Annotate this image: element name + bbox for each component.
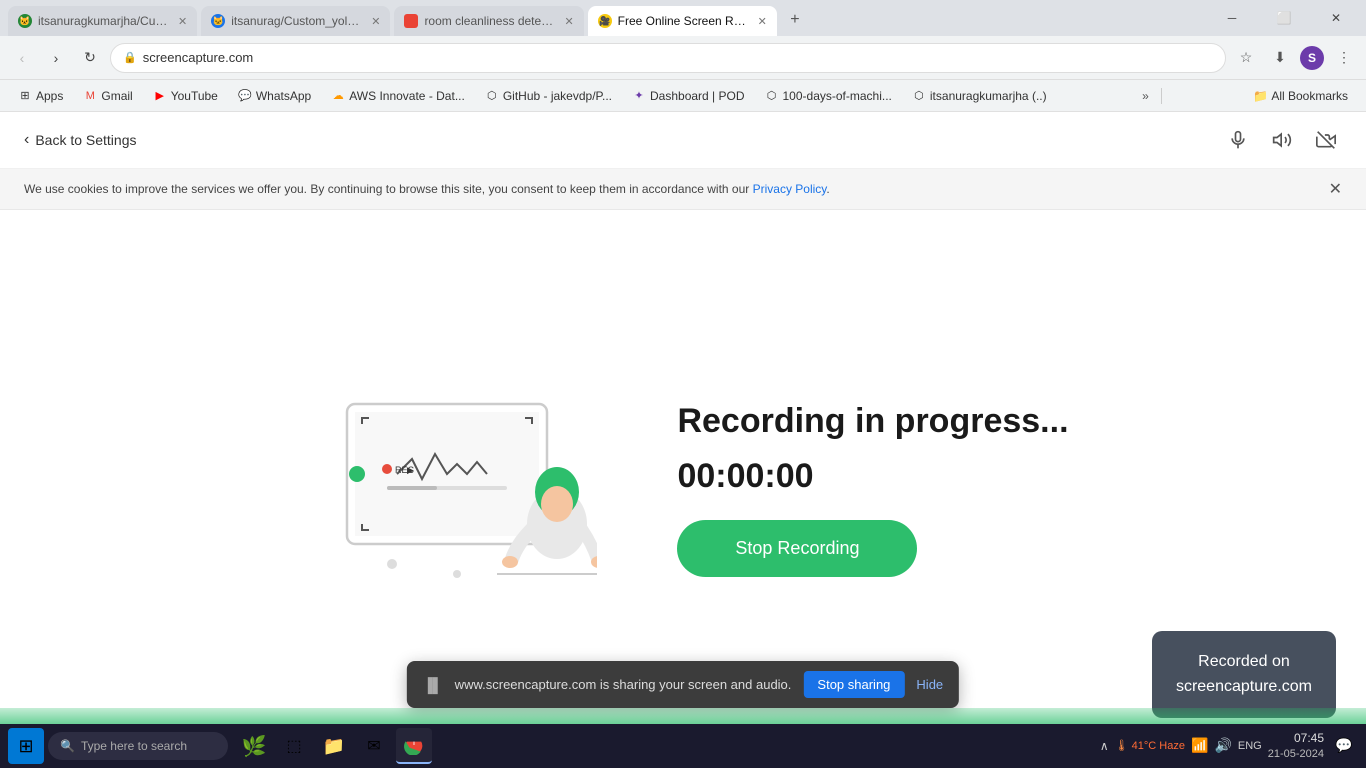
sys-temp-badge: 🌡 41°C Haze: [1115, 739, 1185, 752]
speaker-icon-btn[interactable]: [1266, 124, 1298, 156]
cookie-text: We use cookies to improve the services w…: [24, 182, 830, 196]
apps-icon: ⊞: [18, 89, 32, 103]
cookie-banner: We use cookies to improve the services w…: [0, 169, 1366, 210]
tab-3-close[interactable]: ✕: [564, 15, 573, 28]
bookmark-whatsapp[interactable]: 💬 WhatsApp: [230, 86, 319, 106]
youtube-icon: ▶: [153, 89, 167, 103]
recording-info: Recording in progress... 00:00:00 Stop R…: [677, 401, 1068, 578]
title-bar: 🐱 itsanuragkumarjha/Custom_YO... ✕ 🐱 its…: [0, 0, 1366, 36]
new-tab-button[interactable]: +: [781, 6, 809, 34]
bookmark-github-jake[interactable]: ⬡ GitHub - jakevdp/P...: [477, 86, 620, 106]
taskbar-app-task-view[interactable]: ⬚: [276, 728, 312, 764]
chevron-up-icon[interactable]: ∧: [1100, 739, 1109, 753]
recording-illustration: REC ▶: [297, 374, 597, 604]
watermark: Recorded on screencapture.com: [1152, 631, 1336, 718]
wifi-icon[interactable]: 📶: [1191, 737, 1208, 754]
close-button[interactable]: ✕: [1314, 3, 1358, 33]
tab-1[interactable]: 🐱 itsanuragkumarjha/Custom_YO... ✕: [8, 6, 197, 36]
menu-button[interactable]: ⋮: [1330, 44, 1358, 72]
share-bar-text: www.screencapture.com is sharing your sc…: [455, 677, 792, 692]
taskbar: ⊞ 🔍 Type here to search 🌿 ⬚ 📁 ✉ ∧ 🌡 41°C…: [0, 724, 1366, 768]
header-icons: [1222, 124, 1342, 156]
back-to-settings-link[interactable]: ‹ Back to Settings: [24, 131, 137, 149]
profile-avatar[interactable]: S: [1300, 46, 1324, 70]
lang-indicator[interactable]: ENG: [1238, 740, 1262, 752]
bookmarks-bar: ⊞ Apps M Gmail ▶ YouTube 💬 WhatsApp ☁ AW…: [0, 80, 1366, 112]
stop-recording-button[interactable]: Stop Recording: [677, 520, 917, 577]
page-content: ‹ Back to Settings We use cookies to imp…: [0, 112, 1366, 768]
site-header: ‹ Back to Settings: [0, 112, 1366, 169]
taskbar-apps: 🌿 ⬚ 📁 ✉: [236, 728, 432, 764]
tab-2[interactable]: 🐱 itsanurag/Custom_yolov9_roo... ✕: [201, 6, 390, 36]
taskbar-app-widgets[interactable]: 🌿: [236, 728, 272, 764]
lock-icon: 🔒: [123, 51, 137, 64]
dashboard-icon: ✦: [632, 89, 646, 103]
nav-icons: ☆ ⬇ S ⋮: [1232, 44, 1358, 72]
bookmark-dashboard[interactable]: ✦ Dashboard | POD: [624, 86, 753, 106]
maximize-button[interactable]: ⬜: [1262, 3, 1306, 33]
bookmarks-separator: [1161, 88, 1162, 104]
search-placeholder: Type here to search: [81, 739, 187, 753]
share-bar-icon: ▐▌: [423, 677, 443, 693]
whatsapp-icon: 💬: [238, 89, 252, 103]
address-text: screencapture.com: [143, 50, 1213, 65]
stop-sharing-button[interactable]: Stop sharing: [803, 671, 904, 698]
recording-title: Recording in progress...: [677, 401, 1068, 442]
gmail-icon: M: [83, 89, 97, 103]
search-icon: 🔍: [60, 739, 75, 753]
github-icon-3: ⬡: [912, 89, 926, 103]
all-bookmarks-folder[interactable]: 📁 All Bookmarks: [1245, 86, 1356, 106]
browser-frame: 🐱 itsanuragkumarjha/Custom_YO... ✕ 🐱 its…: [0, 0, 1366, 768]
folder-icon: 📁: [1253, 89, 1268, 103]
window-controls: ─ ⬜ ✕: [1210, 0, 1358, 36]
no-camera-icon-btn[interactable]: [1310, 124, 1342, 156]
bookmark-itsanurag[interactable]: ⬡ itsanuragkumarjha (..): [904, 86, 1055, 106]
tab-4[interactable]: 🎥 Free Online Screen Recordi... ✕: [588, 6, 777, 36]
mic-icon-btn[interactable]: [1222, 124, 1254, 156]
tab-1-close[interactable]: ✕: [178, 15, 187, 28]
volume-icon[interactable]: 🔊: [1214, 737, 1231, 754]
github-icon-2: ⬡: [765, 89, 779, 103]
tab-2-close[interactable]: ✕: [371, 15, 380, 28]
forward-button[interactable]: ›: [42, 44, 70, 72]
recording-timer: 00:00:00: [677, 457, 1068, 496]
taskbar-right: ∧ 🌡 41°C Haze 📶 🔊 ENG 07:45 21-05-2024 💬: [1100, 731, 1358, 761]
bookmark-youtube[interactable]: ▶ YouTube: [145, 86, 226, 106]
taskbar-clock[interactable]: 07:45 21-05-2024: [1268, 731, 1324, 761]
bookmark-100days[interactable]: ⬡ 100-days-of-machi...: [757, 86, 900, 106]
taskbar-app-mail[interactable]: ✉: [356, 728, 392, 764]
privacy-policy-link[interactable]: Privacy Policy: [753, 182, 827, 196]
bookmark-aws[interactable]: ☁ AWS Innovate - Dat...: [323, 86, 473, 106]
cookie-close-button[interactable]: ✕: [1329, 179, 1342, 199]
start-button[interactable]: ⊞: [8, 728, 44, 764]
bookmarks-more-button[interactable]: »: [1136, 86, 1155, 106]
minimize-button[interactable]: ─: [1210, 3, 1254, 33]
hide-link[interactable]: Hide: [916, 677, 943, 692]
screen-share-bar: ▐▌ www.screencapture.com is sharing your…: [407, 661, 959, 708]
bookmark-apps[interactable]: ⊞ Apps: [10, 86, 71, 106]
svg-text:▶: ▶: [407, 465, 414, 475]
back-button[interactable]: ‹: [8, 44, 36, 72]
back-arrow-icon: ‹: [24, 131, 29, 149]
aws-icon: ☁: [331, 89, 345, 103]
bookmark-gmail[interactable]: M Gmail: [75, 86, 140, 106]
green-bar-hint: [0, 708, 1366, 724]
taskbar-app-explorer[interactable]: 📁: [316, 728, 352, 764]
address-bar[interactable]: 🔒 screencapture.com: [110, 43, 1226, 73]
notification-center-button[interactable]: 💬: [1330, 732, 1358, 760]
nav-bar: ‹ › ↻ 🔒 screencapture.com ☆ ⬇ S ⋮: [0, 36, 1366, 80]
tab-4-close[interactable]: ✕: [758, 15, 767, 28]
github-icon-1: ⬡: [485, 89, 499, 103]
download-button[interactable]: ⬇: [1266, 44, 1294, 72]
taskbar-search[interactable]: 🔍 Type here to search: [48, 732, 228, 760]
tab-3[interactable]: room cleanliness detector - v1... ✕: [394, 6, 583, 36]
bookmark-star-button[interactable]: ☆: [1232, 44, 1260, 72]
taskbar-app-chrome[interactable]: [396, 728, 432, 764]
reload-button[interactable]: ↻: [76, 44, 104, 72]
